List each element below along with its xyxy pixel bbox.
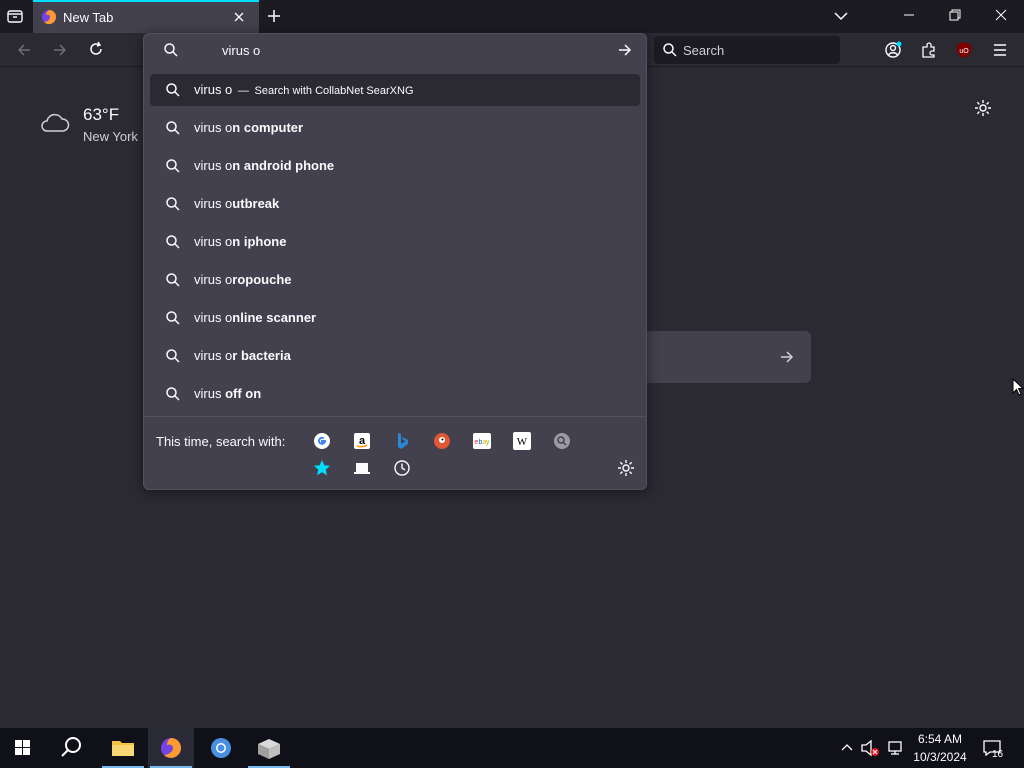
ublock-origin-icon[interactable]: uO [955, 41, 973, 59]
tab-title: New Tab [63, 10, 114, 25]
search-bar-placeholder: Search [683, 43, 725, 58]
search-settings-gear-icon[interactable] [617, 459, 635, 477]
reload-icon[interactable] [88, 41, 104, 57]
suggestion-typed: virus o [194, 196, 233, 211]
bookmarks-icon[interactable] [313, 459, 331, 477]
windows-start-icon[interactable] [0, 728, 46, 768]
ebay-icon[interactable]: ebay [473, 432, 491, 450]
forward-arrow-icon[interactable] [52, 42, 68, 58]
suggestion-row[interactable]: virus off on [150, 378, 640, 410]
search-icon [165, 310, 181, 326]
weather-location: New York [83, 129, 138, 144]
list-all-tabs-chevron-icon[interactable] [833, 9, 849, 23]
extensions-puzzle-icon[interactable] [920, 41, 938, 59]
searxng-icon[interactable] [553, 432, 571, 450]
tab-new-tab[interactable]: New Tab [33, 0, 259, 33]
suggestion-typed: virus [194, 386, 226, 401]
search-icon [165, 348, 181, 364]
search-icon [165, 82, 181, 98]
history-icon[interactable] [393, 459, 411, 477]
suggestion-completion: utbreak [232, 196, 280, 211]
suggestion-typed: virus o [194, 310, 233, 325]
suggestion-completion: off on [225, 386, 262, 401]
restore-icon[interactable] [948, 8, 962, 22]
result-separator: — [237, 85, 249, 97]
firefox-logo-icon [41, 9, 57, 25]
search-icon [662, 42, 678, 58]
amazon-icon[interactable]: a [353, 432, 371, 450]
svg-text:a: a [359, 435, 366, 447]
close-tab-icon[interactable] [233, 11, 245, 23]
duckduckgo-icon[interactable] [433, 432, 451, 450]
urlbar-search-icon [163, 42, 179, 58]
suggestion-completion: n iphone [232, 234, 287, 249]
search-icon [165, 234, 181, 250]
installer-app-icon[interactable] [246, 728, 292, 768]
close-window-icon[interactable] [994, 8, 1008, 22]
chromium-icon[interactable] [198, 728, 244, 768]
suggestion-row[interactable]: virus on android phone [150, 150, 640, 182]
firefox-view-icon[interactable] [6, 8, 24, 24]
one-off-search-label: This time, search with: [156, 434, 286, 449]
suggestion-row[interactable]: virus outbreak [150, 188, 640, 220]
personalize-gear-icon[interactable] [974, 99, 992, 117]
wikipedia-icon[interactable]: W [513, 432, 531, 450]
urlbar-popup: virus o virus o — Search with CollabNet … [143, 33, 647, 490]
suggestion-row[interactable]: virus on computer [150, 112, 640, 144]
go-arrow-icon[interactable] [617, 42, 633, 58]
weather-temperature: 63°F [83, 105, 120, 124]
svg-text:uO: uO [959, 48, 969, 55]
firefox-taskbar-icon[interactable] [148, 728, 194, 768]
suggestion-completion: n computer [232, 120, 304, 135]
suggestion-completion: n android phone [232, 158, 335, 173]
suggestion-typed: virus o [194, 272, 233, 287]
svg-text:y: y [486, 439, 490, 446]
search-icon [165, 120, 181, 136]
network-icon[interactable] [886, 740, 904, 756]
clock-date[interactable]: 10/3/2024 [908, 750, 972, 764]
minimize-icon[interactable] [902, 8, 916, 22]
urlbar-input[interactable]: virus o [222, 43, 260, 58]
search-bar[interactable]: Search [654, 36, 840, 64]
svg-text:W: W [517, 436, 528, 448]
suggestion-row[interactable]: virus on iphone [150, 226, 640, 258]
new-tab-plus-icon[interactable] [266, 8, 282, 24]
tab-strip: New Tab [0, 0, 1024, 33]
suggestion-typed: virus o [194, 120, 233, 135]
suggestion-completion: nline scanner [232, 310, 317, 325]
result-query: virus o [194, 82, 233, 97]
suggestion-typed: virus o [194, 234, 233, 249]
google-icon[interactable] [313, 432, 331, 450]
bing-icon[interactable] [393, 432, 411, 450]
cloud-weather-icon [40, 112, 70, 134]
search-icon [165, 158, 181, 174]
mouse-cursor-icon [1012, 378, 1024, 397]
search-icon [165, 196, 181, 212]
taskbar-search-icon[interactable] [48, 728, 94, 768]
result-action: Search with CollabNet SearXNG [254, 85, 414, 97]
popup-divider [144, 416, 646, 417]
urlbar-result-search[interactable]: virus o — Search with CollabNet SearXNG [150, 74, 640, 106]
back-arrow-icon[interactable] [16, 42, 32, 58]
account-icon[interactable] [884, 41, 902, 59]
notification-count-badge: 16 [992, 749, 1004, 760]
menu-hamburger-icon[interactable] [991, 41, 1009, 59]
suggestion-row[interactable]: virus oropouche [150, 264, 640, 296]
suggestion-typed: virus o [194, 348, 233, 363]
suggestion-row[interactable]: virus or bacteria [150, 340, 640, 372]
volume-muted-icon[interactable] [860, 739, 880, 757]
suggestion-typed: virus o [194, 158, 233, 173]
search-icon [165, 272, 181, 288]
clock-time[interactable]: 6:54 AM [912, 732, 968, 746]
search-icon [165, 386, 181, 402]
newtab-search-arrow-icon[interactable] [779, 349, 795, 365]
suggestion-completion: ropouche [232, 272, 292, 287]
show-hidden-icons-chevron-icon[interactable] [840, 741, 854, 753]
suggestion-row[interactable]: virus online scanner [150, 302, 640, 334]
suggestion-completion: r bacteria [232, 348, 291, 363]
tabs-icon[interactable] [353, 459, 371, 477]
file-explorer-icon[interactable] [100, 728, 146, 768]
